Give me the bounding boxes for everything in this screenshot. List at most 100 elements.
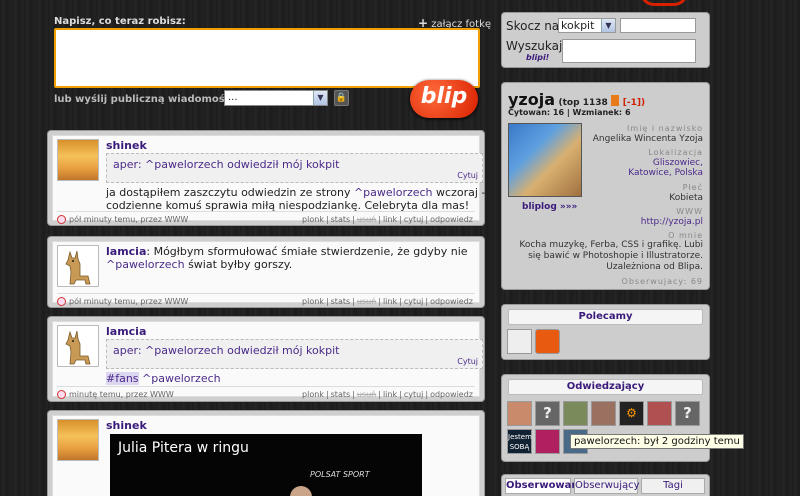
quote-text: aper: ^pawelorzech odwiedził mój kokpit — [113, 344, 340, 357]
plonk-link[interactable]: plonk — [302, 215, 324, 224]
gender-value: Kobieta — [669, 193, 703, 203]
tv-logo-icon: POLSAT SPORT — [310, 470, 370, 479]
tab-observers[interactable]: Obserwujący — [574, 478, 640, 494]
status-card: shinek aper: ^pawelorzech odwiedził mój … — [47, 130, 485, 226]
status-footer: minutę temu, przez WWW plonk | stats | usuń |… — [57, 386, 475, 400]
visitor-avatar[interactable] — [591, 401, 616, 426]
profile-box: yzoja (top 1138 [-1]) Cytowan: 16 | Wzmi… — [501, 82, 710, 290]
status-actions: plonk | stats | usuń | link | cytuj | odpowiedz — [302, 390, 473, 399]
plonk-link[interactable]: plonk — [302, 390, 324, 399]
profile-stats: Cytowan: 16 | Wzmianek: 6 — [508, 108, 631, 117]
recommended-box: Polecamy — [501, 304, 710, 360]
about-value: Kocha muzykę, Ferba, CSS i grafikę. Lubi… — [519, 240, 703, 272]
visitor-avatar[interactable]: Jestem SOBĄ — [507, 429, 532, 454]
unknown-avatar-icon[interactable]: ? — [535, 401, 560, 426]
visitors-title: Odwiedzający — [508, 379, 703, 395]
location-value[interactable]: Gliszowiec, Katowice, Polska — [607, 158, 703, 178]
reply-link[interactable]: odpowiedz — [430, 297, 473, 306]
tab-observed[interactable]: Obserwowani — [505, 478, 582, 494]
blip-send-button[interactable]: blip — [410, 80, 478, 118]
avatar[interactable] — [57, 139, 99, 181]
cited-label: Cytowan: — [508, 108, 551, 117]
status-card: lamcia: Mógłbym sformułować śmiałe stwie… — [47, 236, 485, 308]
jump-input[interactable] — [620, 18, 696, 33]
cite-link[interactable]: cytuj — [404, 297, 424, 306]
status-time: pół minuty temu, przez WWW — [69, 215, 189, 224]
stats-link[interactable]: stats — [331, 215, 351, 224]
avatar[interactable] — [57, 325, 99, 367]
avatar[interactable] — [57, 245, 99, 287]
blip-game-thumb[interactable] — [507, 329, 532, 354]
llama-avatar-icon — [65, 250, 91, 285]
cite-link[interactable]: cytuj — [404, 215, 424, 224]
reply-link[interactable]: odpowiedz — [430, 390, 473, 399]
field-label: Imię i nazwisko — [627, 124, 703, 133]
plonk-link[interactable]: plonk — [302, 297, 324, 306]
www-link[interactable]: http://yzoja.pl — [641, 217, 703, 227]
link-link[interactable]: link — [383, 215, 397, 224]
jump-select[interactable]: kokpit ▼ — [558, 18, 616, 33]
mention-link[interactable]: ^pawelorzech — [354, 186, 433, 199]
status-author[interactable]: shinek — [106, 139, 147, 152]
mentions-count: 6 — [624, 108, 631, 117]
blip-logo-fragment-icon — [640, 0, 688, 6]
avatar[interactable] — [57, 419, 99, 461]
visitor-avatar[interactable] — [535, 429, 560, 454]
stats-link[interactable]: stats — [331, 390, 351, 399]
visitor-avatar[interactable] — [507, 401, 532, 426]
quote-text: aper: ^pawelorzech odwiedził mój kokpit — [113, 158, 340, 171]
status-author[interactable]: lamcia — [106, 325, 146, 338]
delete-link: usuń — [356, 297, 377, 306]
status-author[interactable]: lamcia — [106, 245, 146, 258]
blogger-icon[interactable] — [535, 329, 560, 354]
status-textarea[interactable] — [54, 28, 480, 88]
field-label: O mnie — [668, 231, 703, 240]
profile-avatar[interactable] — [508, 123, 582, 197]
status-text-part: Mógłbym sformułować śmiałe stwierdzenie,… — [153, 245, 468, 258]
full-name-value: Angelika Wincenta Yzoja — [592, 134, 703, 144]
mentions-label: Wzmianek: — [572, 108, 623, 117]
tab-tags[interactable]: Tagi — [641, 478, 705, 494]
link-link[interactable]: link — [383, 297, 397, 306]
search-input[interactable] — [562, 39, 696, 63]
link-link[interactable]: link — [383, 390, 397, 399]
chevron-down-icon: ▼ — [601, 19, 615, 32]
status-text-part: świat byłby gorszy. — [184, 258, 293, 271]
observers-count[interactable]: Obserwujacy: 69 — [622, 277, 703, 286]
status-time: pół minuty temu, przez WWW — [69, 297, 189, 306]
visitor-avatar[interactable] — [647, 401, 672, 426]
profile-heading: yzoja (top 1138 [-1]) — [508, 90, 645, 109]
gear-icon[interactable]: ⚙ — [619, 401, 644, 426]
bliplog-link[interactable]: bliplog »»» — [522, 202, 577, 212]
quote-cite-link[interactable]: Cytuj — [457, 171, 478, 180]
mention-link[interactable]: ^pawelorzech — [142, 372, 221, 385]
cite-link[interactable]: cytuj — [404, 390, 424, 399]
video-player[interactable]: Julia Pitera w ringu POLSAT SPORT — [110, 434, 422, 496]
recipient-select[interactable]: ... ▼ — [224, 90, 328, 106]
unknown-avatar-icon[interactable]: ? — [675, 401, 700, 426]
status-footer: pół minuty temu, przez WWW plonk | stats | u… — [57, 293, 475, 307]
video-thumbnail-figure — [290, 486, 312, 496]
search-label: Wyszukaj: — [506, 39, 567, 53]
delete-link: usuń — [356, 215, 377, 224]
delete-link: usuń — [356, 390, 377, 399]
reply-link[interactable]: odpowiedz — [430, 215, 473, 224]
cited-count: 16 — [552, 108, 565, 117]
mention-link[interactable]: ^pawelorzech — [106, 258, 185, 271]
clock-icon — [57, 215, 66, 224]
chevron-down-icon: ▼ — [313, 91, 327, 105]
visitor-tooltip: pawelorzech: był 2 godziny temu — [570, 434, 744, 449]
field-label: Płeć — [682, 183, 703, 192]
visitor-avatar[interactable] — [563, 401, 588, 426]
status-author[interactable]: shinek — [106, 419, 147, 432]
status-actions: plonk | stats | usuń | link | cytuj | odpowiedz — [302, 297, 473, 306]
stats-link[interactable]: stats — [331, 297, 351, 306]
status-text: #fans ^pawelorzech — [106, 372, 221, 385]
clock-icon — [57, 390, 66, 399]
rank-icon — [611, 95, 620, 106]
lock-icon[interactable]: 🔒 — [334, 90, 349, 106]
tag-link[interactable]: #fans — [106, 372, 139, 385]
quote-cite-link[interactable]: Cytuj — [457, 357, 478, 366]
status-footer: pół minuty temu, przez WWW plonk | stats | u… — [57, 211, 475, 225]
status-text: ja dostąpiłem zaszczytu odwiedzin ze str… — [106, 186, 486, 212]
